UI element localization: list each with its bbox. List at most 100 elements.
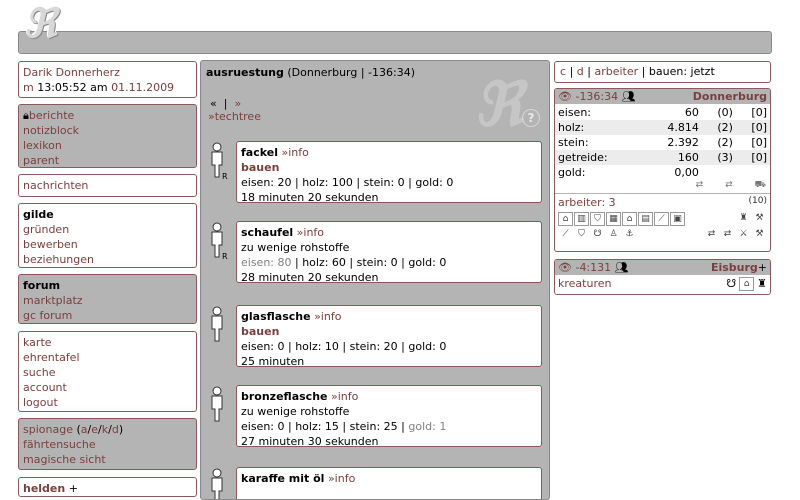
building-icon[interactable]: ⌂ <box>558 212 573 226</box>
spionage-e[interactable]: e <box>91 423 98 436</box>
item-info-link[interactable]: »info <box>297 226 324 239</box>
village-name[interactable]: Donnerburg <box>693 89 767 104</box>
pager-first: « <box>210 97 217 110</box>
worker-count[interactable]: arbeiter: 3 <box>558 196 616 209</box>
trade-icon[interactable]: ⇄ <box>725 180 733 193</box>
resource-slot: [0] <box>735 120 770 135</box>
resource-label: getreide: <box>555 150 643 165</box>
user-prefix[interactable]: m <box>23 81 34 94</box>
nav-reports: 🔒︎berichte notizblock lexikon parent <box>18 104 197 168</box>
helden-plus[interactable]: + <box>69 482 78 495</box>
item-info-link[interactable]: »info <box>281 146 308 159</box>
caravan-icon[interactable]: ⛟ <box>755 180 766 193</box>
nav-marktplatz[interactable]: marktplatz <box>23 293 192 308</box>
page-subtitle: (Donnerburg | -136:34) <box>287 66 416 79</box>
nav-helden-link[interactable]: helden <box>23 482 65 495</box>
kreaturen-link[interactable]: kreaturen <box>558 277 611 291</box>
exchange-icon[interactable]: ⇄ <box>720 228 735 242</box>
village-coords[interactable]: -136:34 <box>575 90 618 103</box>
exchange-icon[interactable]: ⇄ <box>704 228 719 242</box>
resource-rate <box>702 165 736 180</box>
top-bar <box>18 31 772 54</box>
sword-icon[interactable]: ⟋ <box>558 228 573 242</box>
creature-icon[interactable]: ☋ <box>726 277 736 291</box>
logo[interactable]: ℜ <box>24 2 80 46</box>
creature-icon[interactable]: ☋ <box>590 228 605 242</box>
tool-icon[interactable]: ⚒ <box>752 228 767 242</box>
quick-links: c | d | arbeiter | bauen: jetzt <box>554 61 771 83</box>
nav-faehrtensuche[interactable]: fährtensuche <box>23 437 192 452</box>
nav-beziehungen[interactable]: beziehungen <box>23 252 192 267</box>
village-coords[interactable]: -4:131 <box>575 261 611 274</box>
spionage-d[interactable]: d <box>112 423 119 436</box>
anchor-icon[interactable]: ⚓ <box>622 228 637 242</box>
building-icon[interactable]: ▦ <box>606 212 621 226</box>
nav-parent[interactable]: parent <box>23 153 192 168</box>
people-icon: 👥︎ <box>614 261 629 274</box>
build-button[interactable]: bauen <box>241 324 537 339</box>
build-button[interactable]: bauen <box>241 160 537 175</box>
item-info-link[interactable]: »info <box>314 310 341 323</box>
trade-icon[interactable]: ⇄ <box>696 180 704 193</box>
worker-capacity: (10) <box>748 196 767 206</box>
nav-gc-forum[interactable]: gc forum <box>23 308 192 323</box>
shield-icon[interactable]: ⛉ <box>574 228 589 242</box>
building-icon[interactable]: ⌂ <box>739 277 755 291</box>
link-d[interactable]: d <box>577 65 584 78</box>
item-info-link[interactable]: »info <box>331 390 358 403</box>
nav-berichte[interactable]: berichte <box>29 109 74 122</box>
item-duration: 18 minuten 20 sekunden <box>241 191 379 204</box>
nav-lexikon[interactable]: lexikon <box>23 138 192 153</box>
armor-icon[interactable]: ♙ <box>606 228 621 242</box>
tool-icon[interactable]: ⚒ <box>752 212 767 226</box>
nav-ehrentafel[interactable]: ehrentafel <box>23 350 192 365</box>
eye-icon[interactable]: 👁︎ <box>558 90 572 103</box>
nav-nachrichten[interactable]: nachrichten <box>23 178 192 193</box>
tower-icon[interactable]: ♜ <box>736 212 751 226</box>
user-name[interactable]: Darik Donnerherz <box>23 65 192 80</box>
link-c[interactable]: c <box>560 65 566 78</box>
spionage-a[interactable]: a <box>81 423 88 436</box>
building-icon[interactable]: ▣ <box>670 212 685 226</box>
nav-suche[interactable]: suche <box>23 365 192 380</box>
building-icon[interactable]: ▥ <box>574 212 589 226</box>
crossed-swords-icon[interactable]: ⚔ <box>736 228 751 242</box>
pager-next[interactable]: » <box>234 97 241 110</box>
eye-icon[interactable]: 👁︎ <box>558 261 572 274</box>
village-name[interactable]: Eisburg <box>711 261 758 274</box>
expand-plus[interactable]: + <box>758 261 767 274</box>
worker-figure-icon <box>211 386 223 422</box>
shield-icon[interactable]: ⛉ <box>590 212 605 226</box>
help-icon[interactable]: ? <box>522 109 540 127</box>
resource-rate: (0) <box>717 106 733 119</box>
item-duration: 27 minuten 30 sekunden <box>241 435 379 448</box>
nav-helden: helden + <box>18 477 197 497</box>
link-arbeiter[interactable]: arbeiter <box>594 65 638 78</box>
item-info-link[interactable]: »info <box>328 472 355 485</box>
resource-slot <box>736 165 770 180</box>
nav-gruenden[interactable]: gründen <box>23 222 192 237</box>
resource-label: gold: <box>558 166 586 179</box>
server-date[interactable]: 01.11.2009 <box>111 81 174 94</box>
nav-karte[interactable]: karte <box>23 335 192 350</box>
building-icon[interactable]: ⌂ <box>622 212 637 226</box>
nav-notizblock[interactable]: notizblock <box>23 123 192 138</box>
nav-gilde-title: gilde <box>23 208 54 221</box>
nav-magische-sicht[interactable]: magische sicht <box>23 452 192 467</box>
tower-icon[interactable]: ♜ <box>757 277 767 291</box>
resource-table: eisen: 60 (0) [0] holz: 4.814 (2) [0] stein: 2.… <box>555 105 770 180</box>
nav-logout[interactable]: logout <box>23 395 192 410</box>
server-time: 13:05:52 am <box>37 81 108 94</box>
spionage-k[interactable]: k <box>102 423 108 436</box>
techtree-link[interactable]: »techtree <box>208 110 261 123</box>
nav-account-link[interactable]: account <box>23 380 192 395</box>
resource-slot: [0] <box>751 136 767 149</box>
resource-value: 0,00 <box>674 166 699 179</box>
nav-spionage-link[interactable]: spionage <box>23 423 73 436</box>
separator: | <box>569 65 574 78</box>
building-icon[interactable]: ▤ <box>638 212 653 226</box>
nav-bewerben[interactable]: bewerben <box>23 237 192 252</box>
page-title: ausruestung <box>206 66 284 79</box>
badge-r: R <box>222 252 228 261</box>
sword-icon[interactable]: ⟋ <box>654 212 669 226</box>
